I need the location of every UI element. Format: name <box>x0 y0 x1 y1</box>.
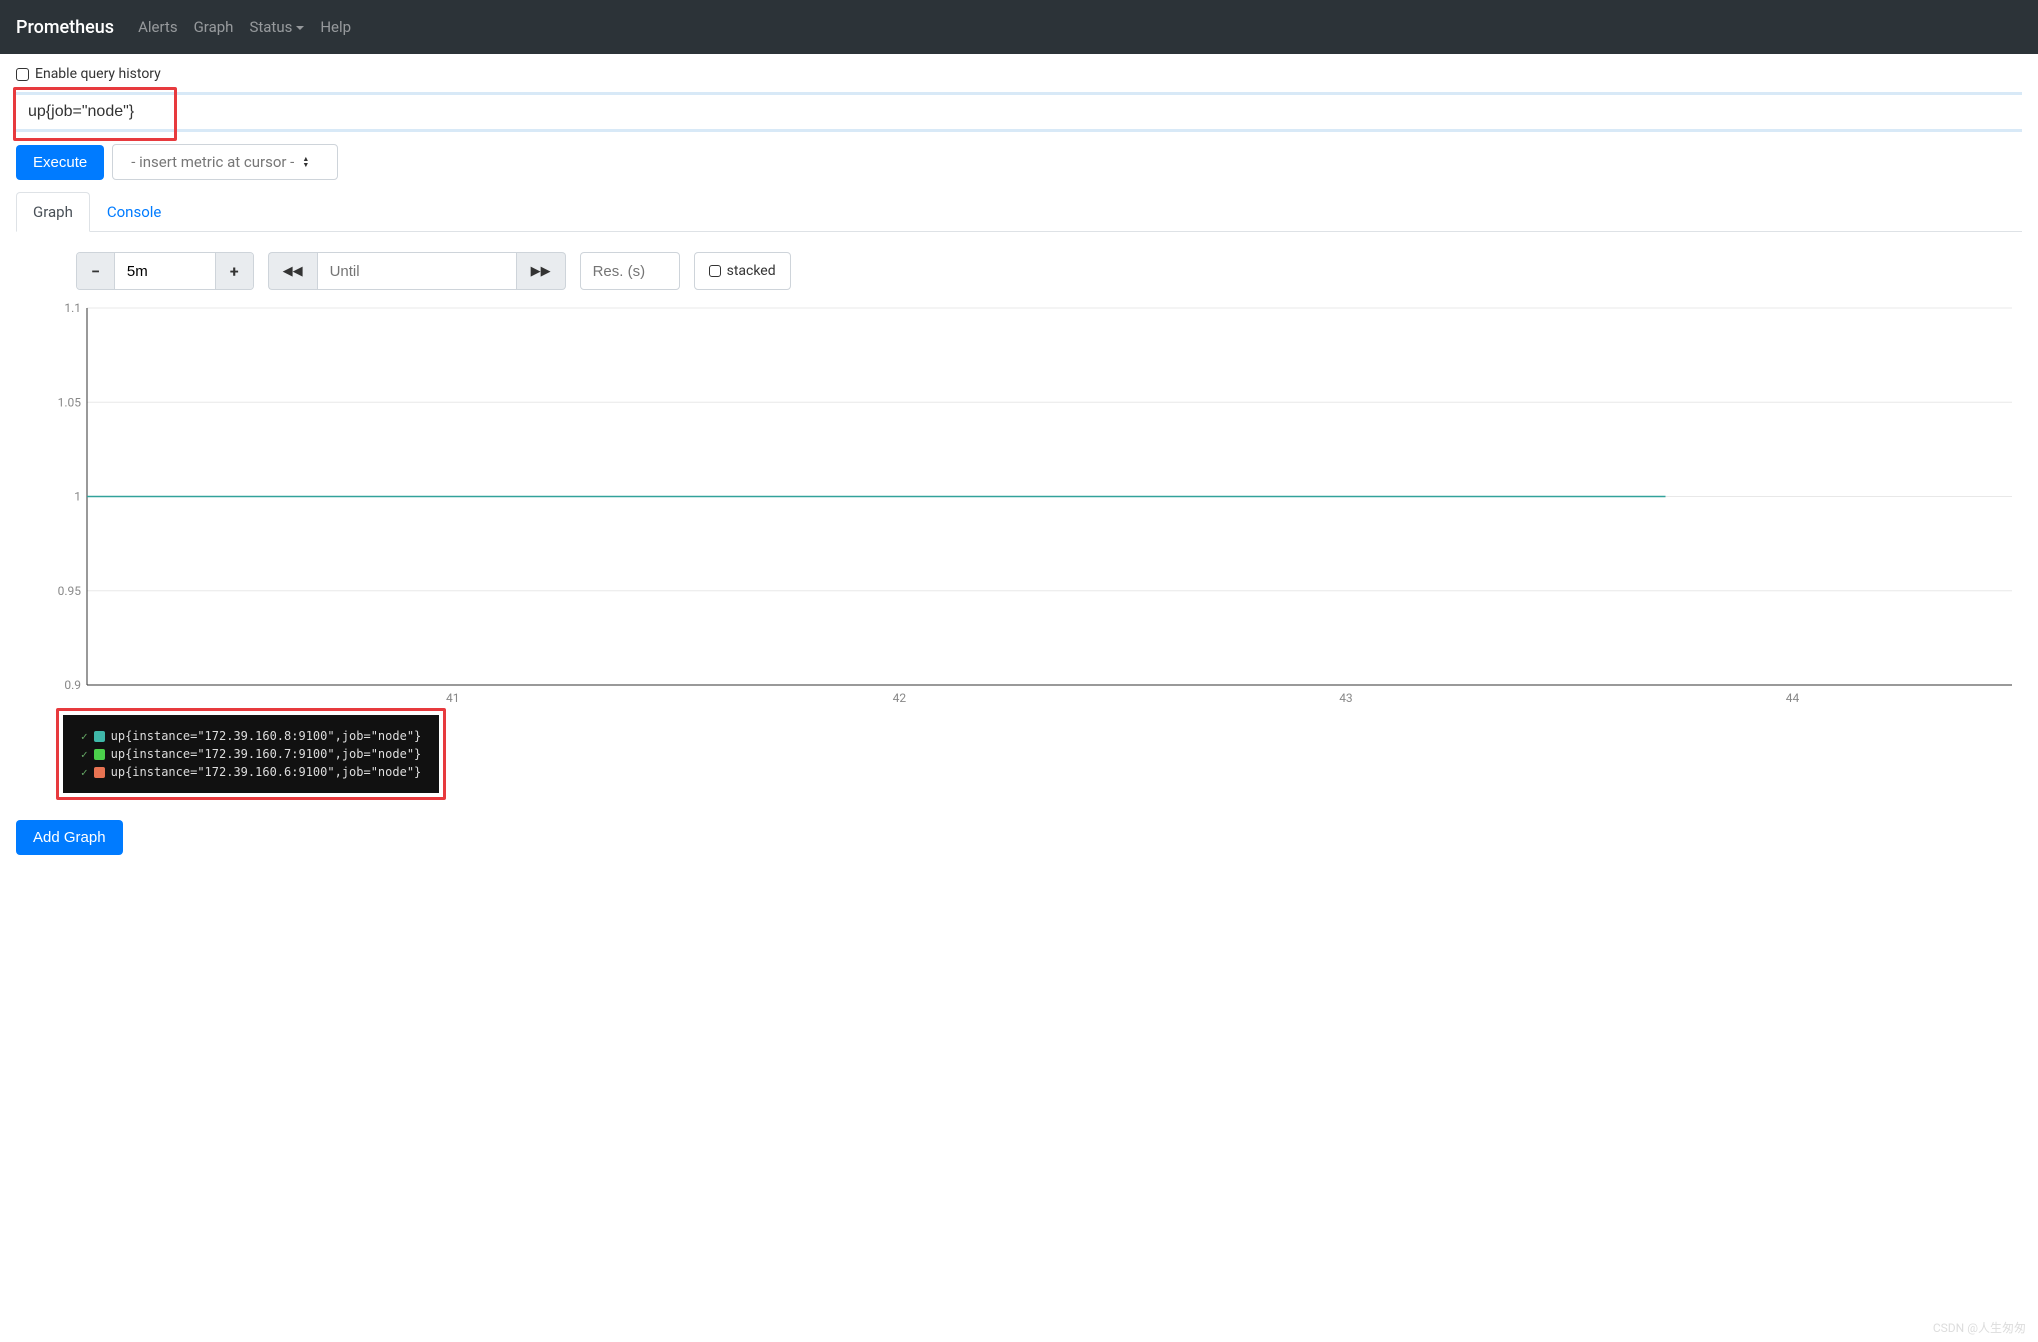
navbar-brand[interactable]: Prometheus <box>16 17 114 38</box>
legend-row[interactable]: ✓ up{instance="172.39.160.6:9100",job="n… <box>81 763 421 781</box>
legend-row[interactable]: ✓ up{instance="172.39.160.7:9100",job="n… <box>81 745 421 763</box>
until-group: ◀◀ ▶▶ <box>268 252 566 290</box>
check-icon: ✓ <box>81 766 88 779</box>
legend-highlight: ✓ up{instance="172.39.160.8:9100",job="n… <box>56 708 446 800</box>
legend-swatch <box>94 767 105 778</box>
watermark: CSDN @人生匆匆 <box>1933 1319 2026 1336</box>
legend-label: up{instance="172.39.160.6:9100",job="nod… <box>111 765 422 779</box>
navbar-nav: Alerts Graph Status Help <box>138 18 351 36</box>
query-input[interactable] <box>16 95 2022 129</box>
metric-select[interactable]: - insert metric at cursor - ▲▼ <box>112 144 338 180</box>
query-wrapper <box>16 92 2022 132</box>
resolution-input[interactable] <box>580 252 680 290</box>
check-icon: ✓ <box>81 748 88 761</box>
stacked-toggle[interactable]: stacked <box>694 252 791 290</box>
range-input[interactable] <box>115 253 215 289</box>
svg-text:0.9: 0.9 <box>64 678 81 692</box>
check-icon: ✓ <box>81 730 88 743</box>
svg-text:44: 44 <box>1786 691 1800 705</box>
tab-graph[interactable]: Graph <box>16 192 90 232</box>
svg-text:1.05: 1.05 <box>58 395 82 409</box>
chart-svg: 0.9 0.95 1 1.05 1.1 41 42 43 44 <box>39 300 2022 705</box>
select-arrows-icon: ▲▼ <box>302 156 309 168</box>
graph-controls: − + ◀◀ ▶▶ stacked <box>16 232 2022 300</box>
legend-swatch <box>94 731 105 742</box>
nav-graph[interactable]: Graph <box>194 18 234 36</box>
legend-label: up{instance="172.39.160.7:9100",job="nod… <box>111 747 422 761</box>
legend-row[interactable]: ✓ up{instance="172.39.160.8:9100",job="n… <box>81 727 421 745</box>
checkbox-icon <box>16 68 29 81</box>
nav-alerts[interactable]: Alerts <box>138 18 178 36</box>
svg-text:43: 43 <box>1339 691 1353 705</box>
query-history-label: Enable query history <box>35 66 161 82</box>
svg-text:41: 41 <box>446 691 460 705</box>
main-container: Enable query history Execute - insert me… <box>0 54 2038 867</box>
execute-button[interactable]: Execute <box>16 145 104 180</box>
until-input[interactable] <box>317 252 517 290</box>
chart-area: 0.90.9511.051.141424344 ✓ up{instance="1… <box>21 300 2022 705</box>
time-forward-button[interactable]: ▶▶ <box>517 252 566 290</box>
svg-text:1.1: 1.1 <box>64 301 81 315</box>
tab-console[interactable]: Console <box>90 192 179 232</box>
legend: ✓ up{instance="172.39.160.8:9100",job="n… <box>63 715 439 793</box>
range-input-group: − + <box>76 252 254 290</box>
nav-status[interactable]: Status <box>249 18 304 36</box>
legend-label: up{instance="172.39.160.8:9100",job="nod… <box>111 729 422 743</box>
time-backward-button[interactable]: ◀◀ <box>268 252 317 290</box>
svg-text:42: 42 <box>893 691 907 705</box>
range-increase-button[interactable]: + <box>215 253 253 289</box>
stacked-label: stacked <box>727 263 776 279</box>
add-graph-button[interactable]: Add Graph <box>16 820 123 855</box>
legend-swatch <box>94 749 105 760</box>
range-decrease-button[interactable]: − <box>77 253 115 289</box>
result-tabs: Graph Console <box>16 192 2022 232</box>
metric-select-label: - insert metric at cursor - <box>131 153 294 171</box>
checkbox-icon <box>709 265 721 277</box>
svg-text:1: 1 <box>74 490 81 504</box>
svg-text:0.95: 0.95 <box>58 584 82 598</box>
navbar: Prometheus Alerts Graph Status Help <box>0 0 2038 54</box>
nav-help[interactable]: Help <box>320 18 351 36</box>
controls-row: Execute - insert metric at cursor - ▲▼ <box>16 144 2022 180</box>
query-history-toggle[interactable]: Enable query history <box>16 66 2022 82</box>
